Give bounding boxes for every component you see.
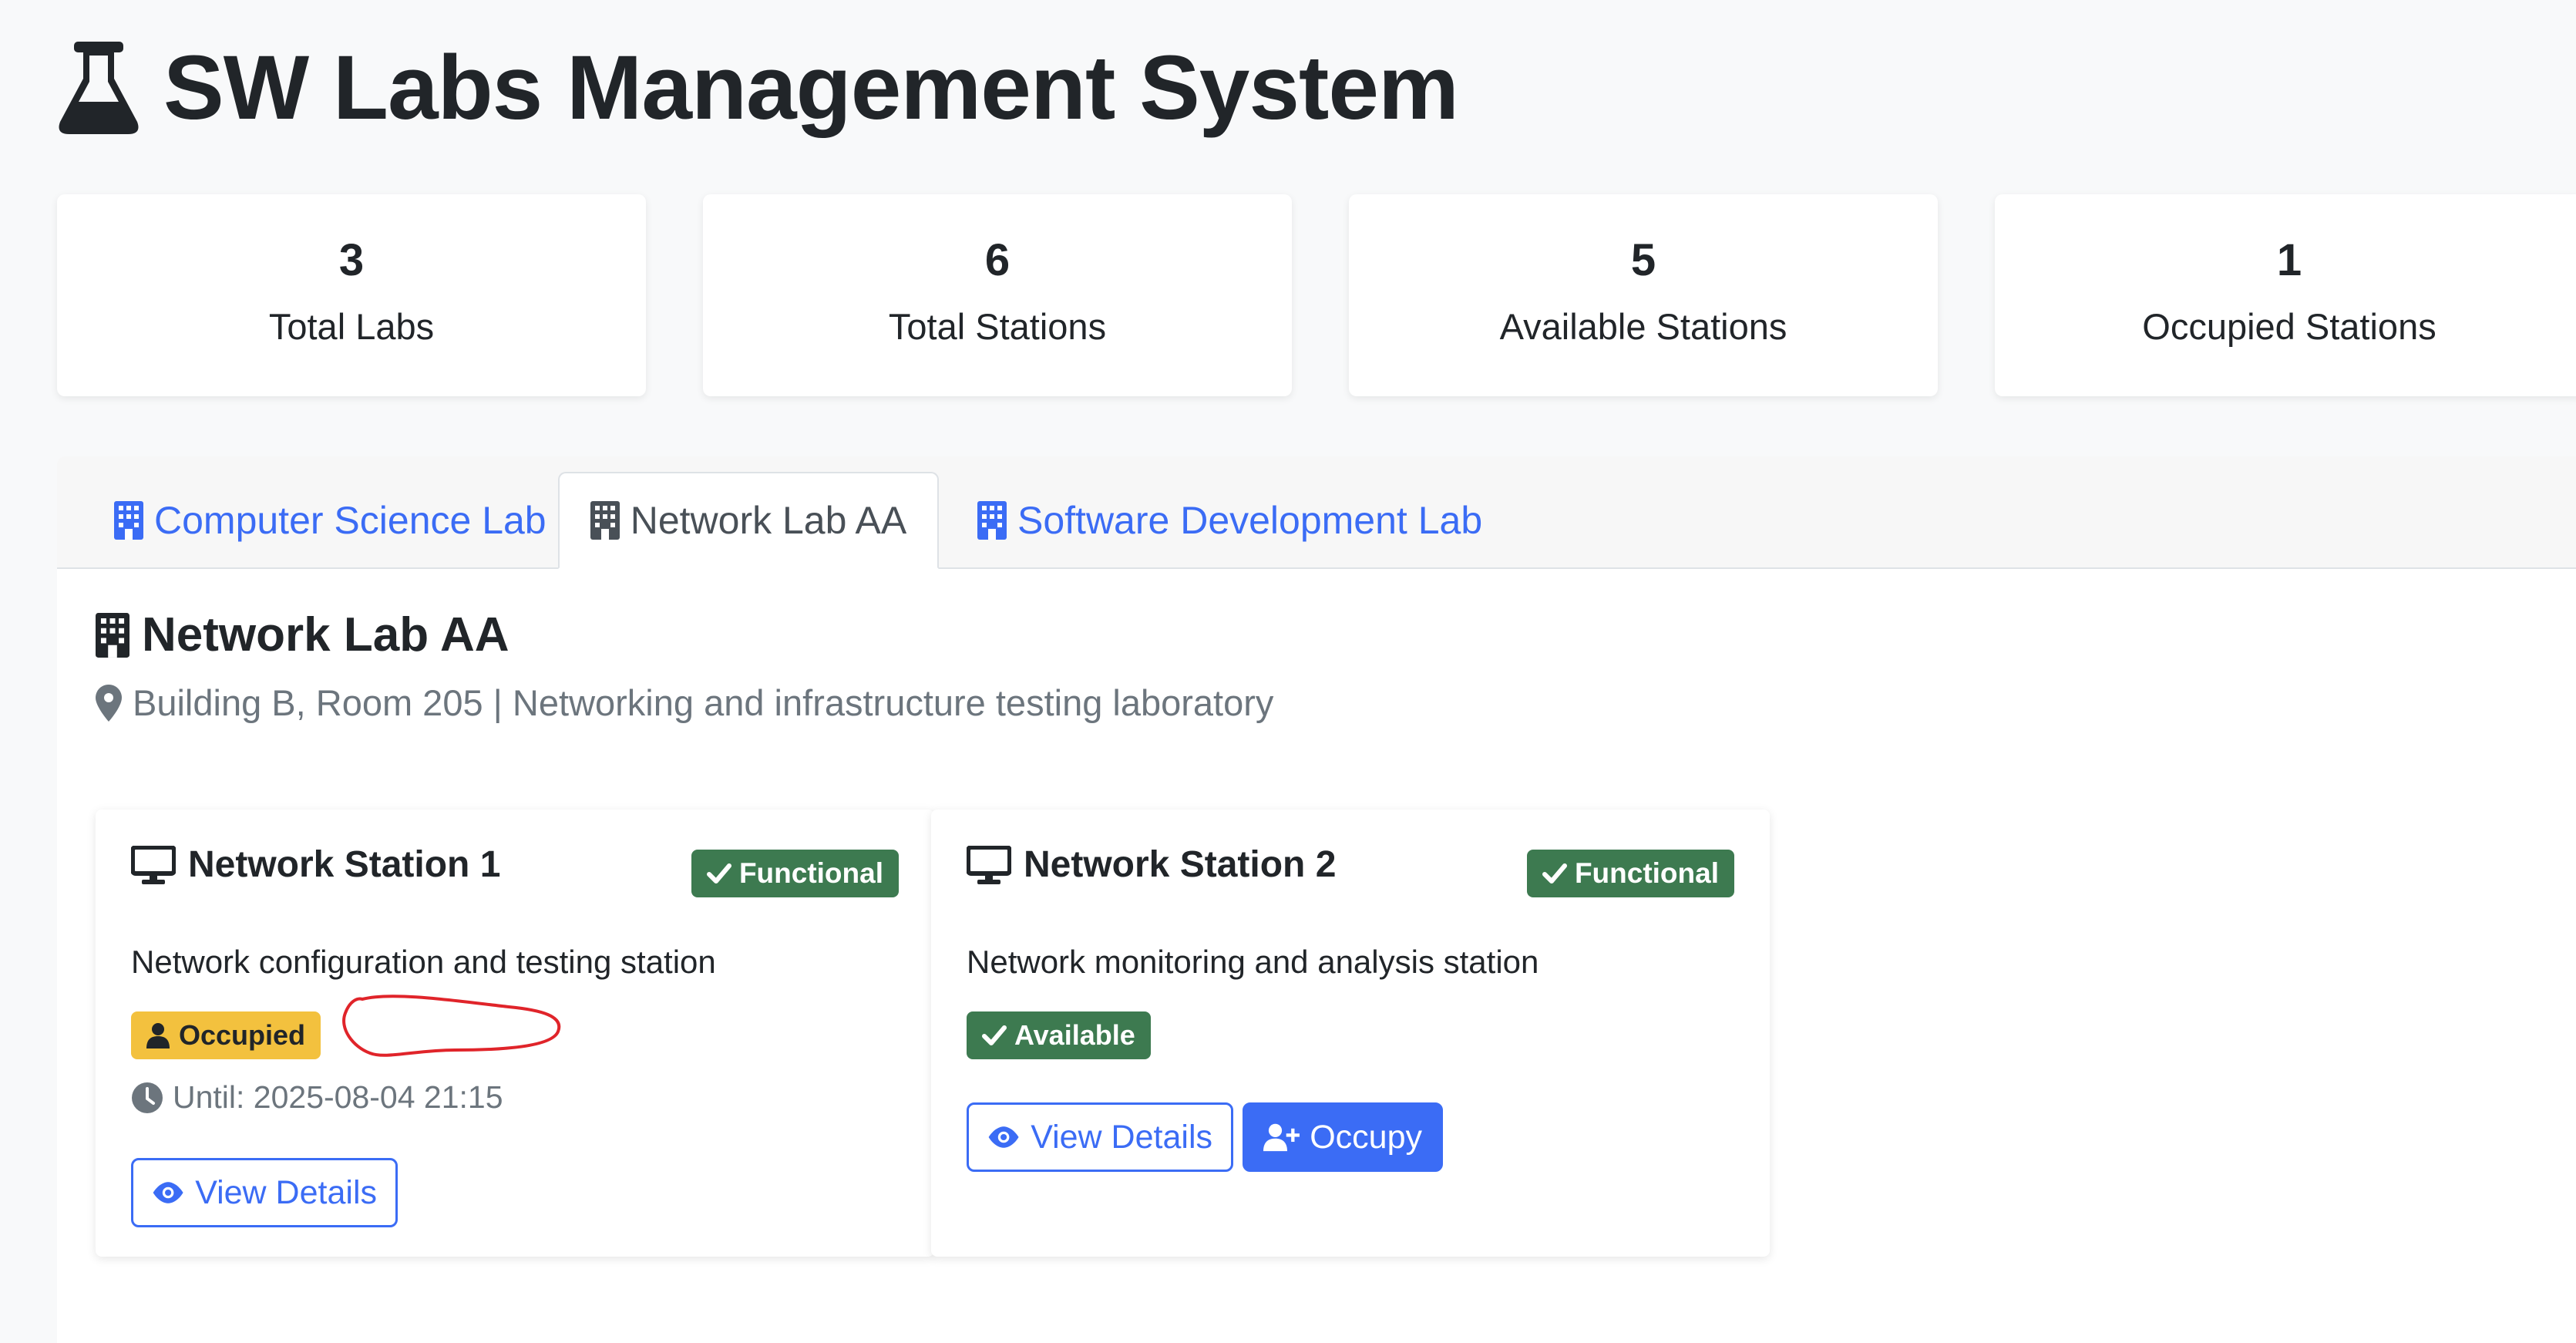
- tab-network-lab-aa[interactable]: Network Lab AA: [558, 472, 939, 569]
- desktop-icon: [967, 845, 1011, 884]
- station-description: Network monitoring and analysis station: [967, 944, 1539, 980]
- check-icon: [982, 1025, 1007, 1045]
- building-icon: [590, 501, 620, 540]
- flask-icon: [59, 42, 139, 134]
- lab-meta-text: Building B, Room 205 | Networking and in…: [133, 682, 1274, 723]
- stat-value: 6: [984, 235, 1011, 285]
- until-text: Until: 2025-08-04 21:15: [173, 1079, 503, 1115]
- view-details-button[interactable]: View Details: [967, 1102, 1233, 1172]
- condition-label: Functional: [1574, 857, 1719, 889]
- stat-label: Occupied Stations: [2142, 306, 2436, 347]
- user-icon: [146, 1023, 170, 1048]
- condition-badge: Functional: [1526, 850, 1734, 897]
- lab-location: Building B, Room 205 | Networking and in…: [96, 682, 1273, 724]
- stat-value: 5: [1630, 235, 1656, 285]
- stat-label: Available Stations: [1499, 306, 1787, 347]
- tab-software-development-lab[interactable]: Software Development Lab: [977, 473, 1482, 567]
- station-title: Network Station 2: [967, 843, 1336, 886]
- clock-icon: [132, 1082, 163, 1113]
- stat-label: Total Stations: [888, 306, 1107, 347]
- eye-icon: [988, 1126, 1019, 1148]
- building-icon: [114, 501, 143, 540]
- button-label: View Details: [195, 1173, 377, 1211]
- lab-tabs: Computer Science Lab Network Lab AA Soft…: [57, 456, 2576, 569]
- app-header: SW Labs Management System: [57, 34, 1459, 142]
- status-badge-occupied: Occupied: [131, 1011, 321, 1059]
- tab-computer-science-lab[interactable]: Computer Science Lab: [114, 473, 546, 567]
- tab-label: Computer Science Lab: [154, 499, 546, 542]
- stat-card-available-stations: 5 Available Stations: [1349, 194, 1938, 396]
- station-title: Network Station 1: [131, 843, 500, 886]
- lab-name: Network Lab AA: [142, 608, 509, 661]
- occupied-until: Until: 2025-08-04 21:15: [131, 1079, 503, 1116]
- check-icon: [706, 863, 731, 884]
- lab-panel: Computer Science Lab Network Lab AA Soft…: [57, 456, 2576, 1343]
- desktop-icon: [131, 845, 176, 884]
- station-name: Network Station 2: [1024, 844, 1337, 885]
- building-icon: [96, 612, 129, 658]
- app-title: SW Labs Management System: [163, 37, 1459, 139]
- station-description: Network configuration and testing statio…: [131, 944, 716, 980]
- station-name: Network Station 1: [188, 844, 501, 885]
- button-label: View Details: [1031, 1118, 1212, 1156]
- stat-label: Total Labs: [268, 306, 435, 347]
- lab-heading: Network Lab AA: [96, 608, 509, 662]
- stat-card-total-stations: 6 Total Stations: [703, 194, 1292, 396]
- station-card: Network Station 2 Functional Network mon…: [931, 810, 1770, 1257]
- eye-icon: [153, 1182, 183, 1203]
- button-label: Occupy: [1310, 1118, 1422, 1156]
- map-pin-icon: [96, 684, 122, 722]
- status-label: Available: [1014, 1019, 1135, 1051]
- stat-card-total-labs: 3 Total Labs: [57, 194, 646, 396]
- status-badge-available: Available: [967, 1011, 1151, 1059]
- stat-card-occupied-stations: 1 Occupied Stations: [1995, 194, 2576, 396]
- view-details-button[interactable]: View Details: [131, 1158, 398, 1227]
- user-plus-icon: [1263, 1123, 1300, 1152]
- building-icon: [977, 501, 1007, 540]
- page: SW Labs Management System 3 Total Labs 6…: [0, 0, 2576, 1343]
- tab-label: Software Development Lab: [1017, 499, 1483, 542]
- condition-badge: Functional: [691, 850, 899, 897]
- condition-label: Functional: [738, 857, 883, 889]
- stat-value: 1: [2276, 235, 2302, 285]
- tab-label: Network Lab AA: [630, 499, 907, 542]
- status-label: Occupied: [179, 1019, 306, 1051]
- annotation-scribble: [342, 995, 561, 1057]
- stat-value: 3: [338, 235, 365, 285]
- check-icon: [1542, 863, 1567, 884]
- occupy-button[interactable]: Occupy: [1243, 1102, 1443, 1172]
